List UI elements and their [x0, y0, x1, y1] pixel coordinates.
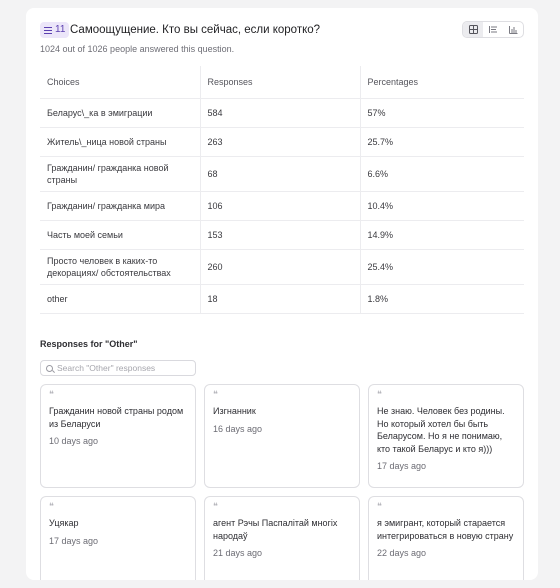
table-row: other 18 1.8%	[40, 284, 524, 314]
responses-cell: 260	[199, 249, 360, 285]
choice-cell: Беларус\_ка в эмиграции	[40, 98, 200, 128]
question-header: 11 Самоощущение. Кто вы сейчас, если кор…	[40, 21, 524, 40]
responses-cell: 584	[199, 98, 360, 128]
quote-icon: ❝	[213, 502, 218, 512]
header-percentages: Percentages	[359, 66, 524, 99]
responses-cell: 68	[199, 156, 360, 192]
list-view-button[interactable]	[483, 22, 503, 37]
response-time: 10 days ago	[49, 436, 99, 446]
percentage-cell: 6.6%	[359, 156, 524, 192]
response-text: агент Рэчы Паспалітай многіх народаў	[213, 518, 338, 541]
table-row: Беларус\_ка в эмиграции 584 57%	[40, 98, 524, 128]
response-text: Гражданин новой страны родом из Беларуси	[49, 406, 184, 429]
search-icon	[46, 364, 53, 372]
quote-icon: ❝	[49, 502, 54, 512]
other-search-box	[40, 360, 196, 376]
response-time: 21 days ago	[213, 548, 263, 558]
response-time: 17 days ago	[377, 461, 427, 471]
chart-view-button[interactable]	[503, 22, 523, 37]
response-text: Не знаю. Человек без родины. Но который …	[377, 406, 505, 454]
response-time: 17 days ago	[49, 535, 99, 546]
table-icon	[468, 25, 478, 34]
quote-icon: ❝	[49, 390, 54, 400]
table-view-button[interactable]	[463, 22, 483, 37]
choice-cell: Житель\_ница новой страны	[40, 127, 200, 157]
percentage-cell: 14.9%	[359, 220, 524, 250]
other-search-input[interactable]	[57, 363, 193, 373]
answered-count: 1024 out of 1026 people answered this qu…	[40, 44, 235, 54]
choice-cell: other	[40, 284, 200, 314]
header-responses: Responses	[199, 66, 360, 99]
question-title: Самоощущение. Кто вы сейчас, если коротк…	[70, 24, 321, 36]
response-tile: ❝ агент Рэчы Паспалітай многіх народаў 2…	[204, 496, 360, 580]
choice-cell: Гражданин/ гражданка новой страны	[40, 156, 200, 192]
response-text: Изгнанник	[213, 406, 256, 416]
quote-icon: ❝	[213, 390, 218, 400]
responses-cell: 153	[199, 220, 360, 250]
question-number: 11	[55, 24, 66, 35]
question-type-badge: 11	[40, 22, 70, 38]
percentage-cell: 25.7%	[359, 127, 524, 157]
response-time: 22 days ago	[377, 548, 427, 558]
quote-icon: ❝	[377, 502, 382, 512]
response-tile: ❝ Изгнанник 16 days ago	[204, 384, 360, 488]
percentage-cell: 10.4%	[359, 191, 524, 221]
table-row: Часть моей семьи 153 14.9%	[40, 220, 524, 250]
response-tile: ❝ Уцякар 17 days ago	[40, 496, 196, 580]
header-choices: Choices	[40, 66, 200, 99]
response-text: я эмигрант, который старается интегриров…	[377, 518, 514, 541]
choice-cell: Просто человек в каких-то декорациях/ об…	[40, 249, 200, 285]
list-lines-icon	[488, 26, 497, 33]
other-responses-title: Responses for "Other"	[40, 339, 138, 349]
response-time: 16 days ago	[213, 423, 263, 434]
question-card: 11 Самоощущение. Кто вы сейчас, если кор…	[26, 8, 538, 580]
table-row: Гражданин/ гражданка новой страны 68 6.6…	[40, 156, 524, 192]
responses-table: Choices Responses Percentages Беларус\_к…	[40, 66, 524, 314]
percentage-cell: 57%	[359, 98, 524, 128]
response-tile: ❝ я эмигрант, который старается интегрир…	[368, 496, 524, 580]
table-row: Гражданин/ гражданка мира 106 10.4%	[40, 191, 524, 221]
percentage-cell: 25.4%	[359, 249, 524, 285]
quote-icon: ❝	[377, 390, 382, 400]
response-tile: ❝ Гражданин новой страны родом из Белару…	[40, 384, 196, 488]
choice-cell: Гражданин/ гражданка мира	[40, 191, 200, 221]
bar-chart-icon	[508, 26, 517, 34]
list-icon	[44, 26, 52, 34]
percentage-cell: 1.8%	[359, 284, 524, 314]
responses-cell: 106	[199, 191, 360, 221]
response-text: Уцякар	[49, 518, 79, 528]
view-switch	[462, 21, 524, 38]
responses-cell: 263	[199, 127, 360, 157]
choice-cell: Часть моей семьи	[40, 220, 200, 250]
responses-cell: 18	[199, 284, 360, 314]
response-tile: ❝ Не знаю. Человек без родины. Но которы…	[368, 384, 524, 488]
table-row: Житель\_ница новой страны 263 25.7%	[40, 127, 524, 157]
table-row: Просто человек в каких-то декорациях/ об…	[40, 249, 524, 285]
